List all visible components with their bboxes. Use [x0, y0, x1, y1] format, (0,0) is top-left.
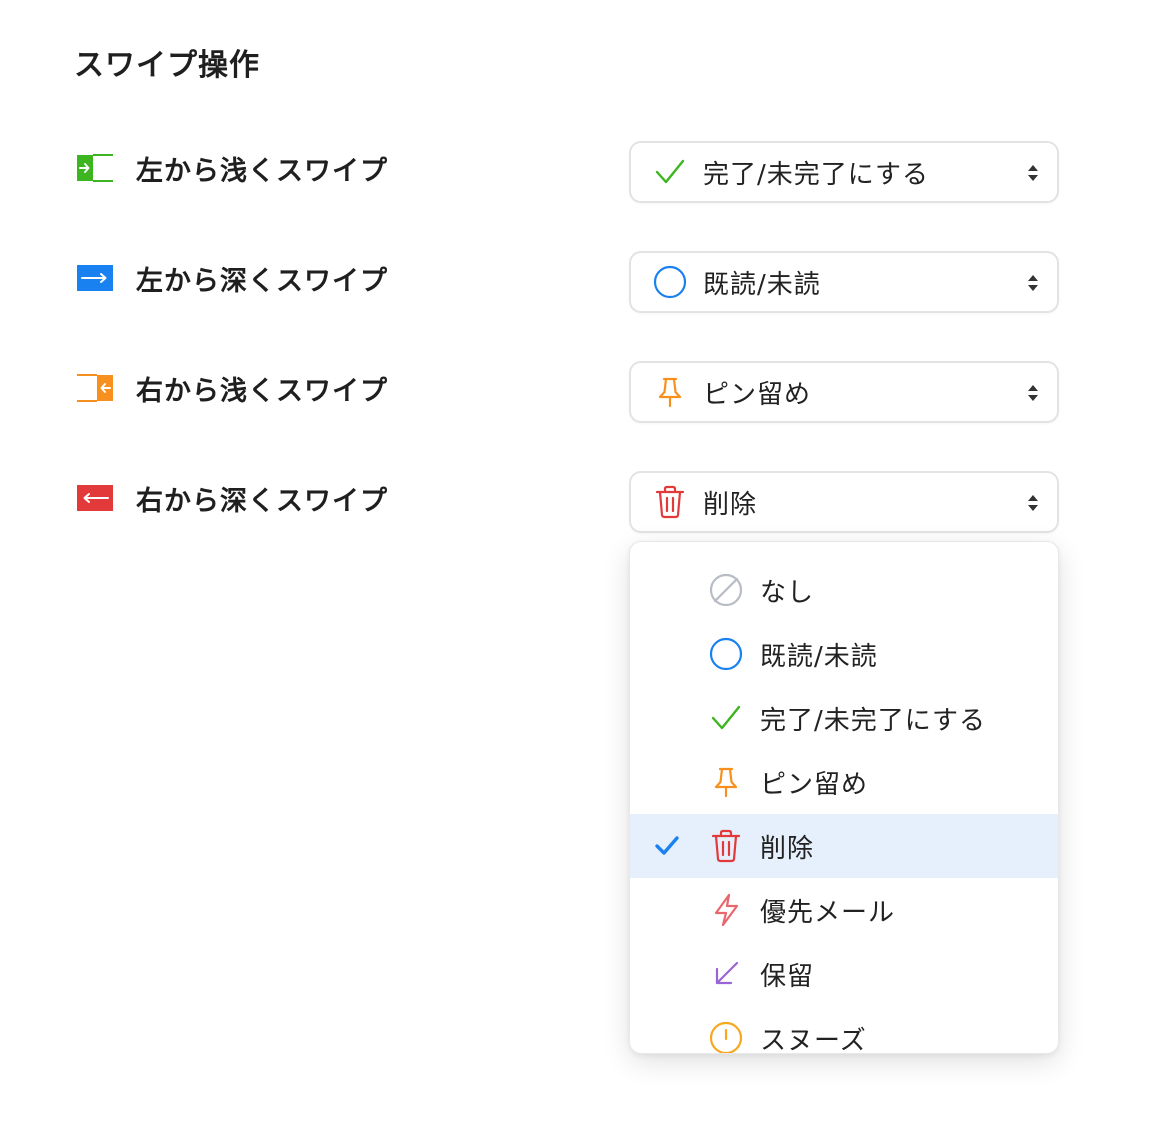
swipe-row-right-short: 右から浅くスワイプ: [76, 370, 388, 407]
circle-icon: [708, 636, 744, 672]
option-label: 既読/未読: [760, 641, 878, 672]
check-icon: [708, 700, 744, 736]
select-arrows-icon: [1028, 495, 1038, 511]
select-arrows-icon: [1028, 385, 1038, 401]
select-arrows-icon: [1028, 275, 1038, 291]
trash-icon: [653, 485, 687, 519]
swipe-row-label: 右から浅くスワイプ: [136, 375, 388, 407]
swipe-row-left-short: 左から浅くスワイプ: [76, 150, 388, 187]
option-label: 削除: [760, 833, 815, 864]
dropdown-option-read-unread[interactable]: 既読/未読: [630, 622, 1058, 686]
lightning-icon: [708, 892, 744, 928]
pin-icon: [653, 375, 687, 409]
option-label: なし: [760, 577, 815, 608]
swipe-left-long-icon: [77, 265, 113, 291]
clock-icon: [708, 1020, 744, 1053]
dropdown-option-delete[interactable]: 削除: [630, 814, 1058, 878]
dropdown-option-priority-mail[interactable]: 優先メール: [630, 878, 1058, 942]
swipe-action-dropdown-menu[interactable]: なし 既読/未読 完了/未完了にする ピン留め 削除 優先メール 保留 スヌーズ: [629, 541, 1059, 1054]
selected-check-icon: [655, 836, 679, 855]
select-value: 既読/未読: [703, 269, 821, 300]
dropdown-option-none[interactable]: なし: [630, 558, 1058, 622]
swipe-action-select-right-short[interactable]: ピン留め: [629, 361, 1059, 423]
swipe-left-short-icon: [77, 154, 113, 182]
swipe-right-long-icon: [77, 485, 113, 511]
dropdown-option-hold[interactable]: 保留: [630, 942, 1058, 1006]
option-label: ピン留め: [760, 769, 869, 800]
none-icon: [708, 572, 744, 608]
dropdown-option-complete[interactable]: 完了/未完了にする: [630, 686, 1058, 750]
select-value: 削除: [703, 489, 758, 520]
swipe-row-left-long: 左から深くスワイプ: [76, 260, 388, 297]
check-icon: [653, 155, 687, 189]
circle-icon: [653, 265, 687, 299]
option-label: 保留: [760, 961, 815, 992]
page-title: スワイプ操作: [74, 48, 260, 83]
swipe-right-short-icon: [77, 374, 113, 402]
swipe-row-label: 左から浅くスワイプ: [136, 155, 388, 187]
trash-icon: [708, 828, 744, 864]
pin-icon: [708, 764, 744, 800]
swipe-action-select-left-short[interactable]: 完了/未完了にする: [629, 141, 1059, 203]
swipe-row-right-long: 右から深くスワイプ: [76, 480, 388, 517]
swipe-row-label: 右から深くスワイプ: [136, 485, 388, 517]
option-label: 優先メール: [760, 897, 896, 928]
swipe-action-select-left-long[interactable]: 既読/未読: [629, 251, 1059, 313]
dropdown-option-snooze[interactable]: スヌーズ: [630, 1006, 1058, 1054]
swipe-action-select-right-long[interactable]: 削除: [629, 471, 1059, 533]
option-label: スヌーズ: [760, 1025, 867, 1054]
arrow-down-left-icon: [708, 956, 744, 992]
dropdown-option-pin[interactable]: ピン留め: [630, 750, 1058, 814]
select-value: ピン留め: [703, 379, 812, 410]
select-arrows-icon: [1028, 165, 1038, 181]
swipe-row-label: 左から深くスワイプ: [136, 265, 388, 297]
select-value: 完了/未完了にする: [703, 159, 930, 190]
option-label: 完了/未完了にする: [760, 705, 987, 736]
